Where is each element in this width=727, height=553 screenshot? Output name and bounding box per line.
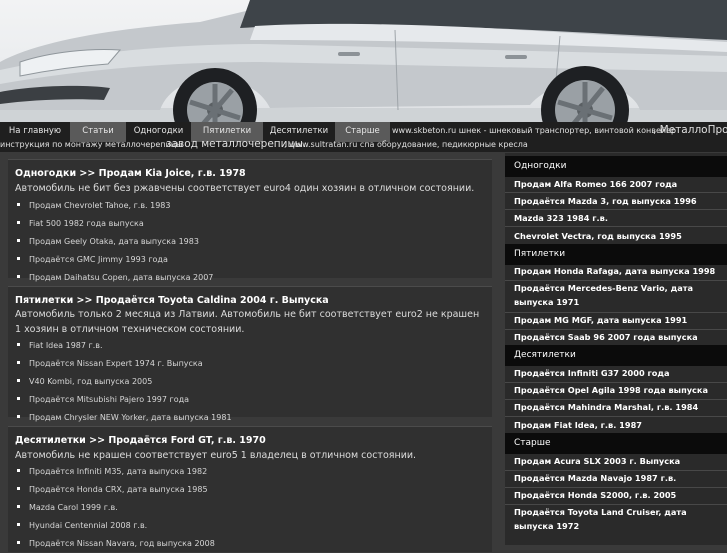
sidebar-item[interactable]: Продаётся Saab 96 2007 года выпуска — [505, 331, 727, 345]
related-links-list: Fiat Idea 1987 г.в. Продаётся Nissan Exp… — [17, 337, 232, 427]
post-excerpt: Автомобиль только 2 месяца из Латвии. Ав… — [15, 309, 480, 335]
divider — [505, 382, 727, 383]
post-excerpt: Автомобиль не бит без ржавчены соответст… — [15, 183, 475, 194]
divider — [505, 192, 727, 193]
divider — [505, 312, 727, 313]
related-link[interactable]: Продам Chevrolet Tahoe, г.в. 1983 — [17, 197, 213, 215]
post-excerpt: Автомобиль не крашен соответствует euro5… — [15, 450, 417, 461]
related-link[interactable]: V40 Kombi, год выпуска 2005 — [17, 373, 232, 391]
post-title[interactable]: Одногодки >> Продам Kia Joice, г.в. 1978 — [15, 168, 246, 179]
divider — [505, 209, 727, 210]
related-link[interactable]: Продам Daihatsu Copen, дата выпуска 2007 — [17, 269, 213, 287]
divider — [505, 280, 727, 281]
related-link[interactable]: Продаётся GMC Jimmy 1993 года — [17, 251, 213, 269]
related-link[interactable]: Fiat Idea 1987 г.в. — [17, 337, 232, 355]
sidebar-item[interactable]: Продаётся Mazda Navajo 1987 г.в. — [505, 472, 727, 486]
related-link[interactable]: Продаётся Mitsubishi Pajero 1997 года — [17, 391, 232, 409]
car-illustration — [0, 0, 727, 122]
sidebar-item[interactable]: Mazda 323 1984 г.в. — [505, 212, 727, 226]
top-navigation: На главную Статьи Одногодки Пятилетки Де… — [0, 122, 727, 152]
sidebar-heading-odnogodki: Одногодки — [505, 156, 727, 177]
divider — [505, 416, 727, 417]
sidebar-item[interactable]: Chevrolet Vectra, год выпуска 1995 — [505, 230, 727, 244]
ad-links-ticker: www.skbeton.ru шнек - шнековый транспорт… — [0, 122, 727, 152]
related-link[interactable]: Продаётся Nissan Navara, год выпуска 200… — [17, 535, 215, 553]
sidebar-item[interactable]: Продам Honda Rafaga, дата выпуска 1998 — [505, 265, 727, 279]
sidebar-item[interactable]: Продам MG MGF, дата выпуска 1991 — [505, 314, 727, 328]
ad-link-sultratan[interactable]: , www.sultratan.ru спа оборудование, пед… — [284, 140, 528, 149]
ad-link-install-roof[interactable]: инструкция по монтажу металлочерепицы — [0, 140, 183, 149]
related-link[interactable]: Продаётся Honda CRX, дата выпуска 1985 — [17, 481, 215, 499]
divider — [505, 329, 727, 330]
ad-link-metalloprof[interactable]: , МеталлоПроф — [653, 124, 727, 136]
related-link[interactable]: Mazda Carol 1999 г.в. — [17, 499, 215, 517]
sidebar-item[interactable]: Продам Acura SLX 2003 г. Выпуска — [505, 455, 727, 469]
divider — [505, 226, 727, 227]
divider — [505, 470, 727, 471]
divider — [505, 504, 727, 505]
related-link[interactable]: Hyundai Centennial 2008 г.в. — [17, 517, 215, 535]
related-links-list: Продаётся Infiniti M35, дата выпуска 198… — [17, 463, 215, 553]
sidebar-item[interactable]: Продам Alfa Romeo 166 2007 года — [505, 178, 727, 192]
related-links-list: Продам Chevrolet Tahoe, г.в. 1983 Fiat 5… — [17, 197, 213, 287]
post-card: Одногодки >> Продам Kia Joice, г.в. 1978… — [8, 159, 492, 282]
post-title[interactable]: Десятилетки >> Продаётся Ford GT, г.в. 1… — [15, 435, 266, 446]
ad-link-skbeton[interactable]: www.skbeton.ru шнек - шнековый транспорт… — [392, 126, 676, 135]
post-title[interactable]: Пятилетки >> Продаётся Toyota Caldina 20… — [15, 295, 329, 306]
sidebar-item[interactable]: Продам Fiat Idea, г.в. 1987 — [505, 419, 727, 433]
related-link[interactable]: Продаётся Infiniti M35, дата выпуска 198… — [17, 463, 215, 481]
sidebar-item[interactable]: Продаётся Opel Agila 1998 года выпуска — [505, 384, 727, 398]
sidebar: Одногодки Продам Alfa Romeo 166 2007 год… — [505, 153, 727, 545]
header-car-banner — [0, 0, 727, 122]
sidebar-item[interactable]: Продаётся Toyota Land Cruiser, дата выпу… — [505, 506, 695, 533]
related-link[interactable]: Fiat 500 1982 года выпуска — [17, 215, 213, 233]
post-card: Пятилетки >> Продаётся Toyota Caldina 20… — [8, 286, 492, 422]
post-card: Десятилетки >> Продаётся Ford GT, г.в. 1… — [8, 426, 492, 552]
sidebar-heading-desyatiletki: Десятилетки — [505, 345, 727, 366]
divider — [505, 487, 727, 488]
sidebar-item[interactable]: Продаётся Infiniti G37 2000 года — [505, 367, 727, 381]
related-link[interactable]: Продам Chrysler NEW Yorker, дата выпуска… — [17, 409, 232, 427]
related-link[interactable]: Продам Geely Otaka, дата выпуска 1983 — [17, 233, 213, 251]
sidebar-item[interactable]: Продаётся Mazda 3, год выпуска 1996 — [505, 195, 727, 209]
sidebar-heading-pyatiletki: Пятилетки — [505, 244, 727, 265]
sidebar-heading-starshe: Старше — [505, 433, 727, 454]
related-link[interactable]: Продаётся Nissan Expert 1974 г. Выпуска — [17, 355, 232, 373]
sidebar-item[interactable]: Продаётся Honda S2000, г.в. 2005 — [505, 489, 727, 503]
sidebar-item[interactable]: Продаётся Mahindra Marshal, г.в. 1984 — [505, 401, 727, 415]
divider — [505, 399, 727, 400]
sidebar-item[interactable]: Продаётся Mercedes-Benz Vario, дата выпу… — [505, 282, 705, 309]
